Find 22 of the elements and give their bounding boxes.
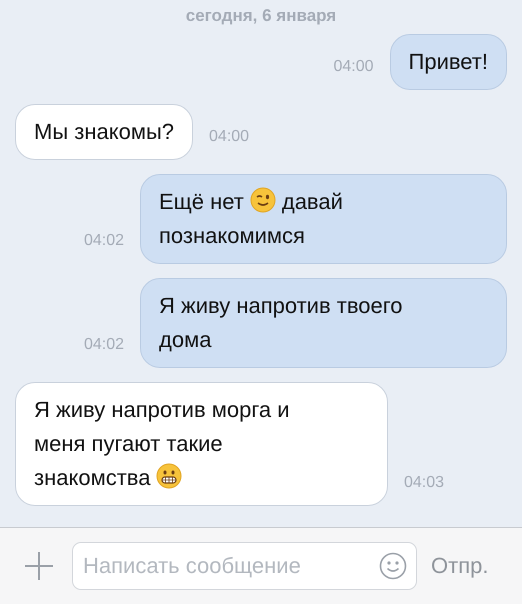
message-text: познакомимся — [159, 223, 305, 248]
message-time: 04:03 — [404, 474, 444, 492]
message-text: Я живу напротив твоего — [159, 293, 403, 318]
message-text: давай — [282, 189, 343, 214]
message-text: меня пугают такие — [34, 431, 223, 456]
plus-icon[interactable] — [22, 549, 56, 583]
message-input[interactable]: Написать сообщение — [72, 542, 417, 590]
smiley-icon[interactable] — [379, 552, 407, 580]
message-text: дома — [159, 327, 212, 352]
winking-face-icon — [250, 187, 276, 213]
date-header: сегодня, 6 января — [186, 6, 336, 26]
grimacing-face-icon — [156, 463, 182, 489]
message-text: знакомства — [34, 465, 150, 490]
message-text: Я живу напротив морга и — [34, 397, 290, 422]
send-button[interactable]: Отпр. — [429, 549, 490, 583]
message-text: Привет! — [408, 49, 488, 74]
message-time: 04:02 — [84, 336, 124, 354]
message-time: 04:00 — [333, 58, 374, 76]
message-text: Ещё нет — [159, 189, 244, 214]
message-time: 04:02 — [84, 232, 124, 250]
message-text: Мы знакомы? — [34, 119, 174, 144]
message-time: 04:00 — [209, 128, 250, 146]
